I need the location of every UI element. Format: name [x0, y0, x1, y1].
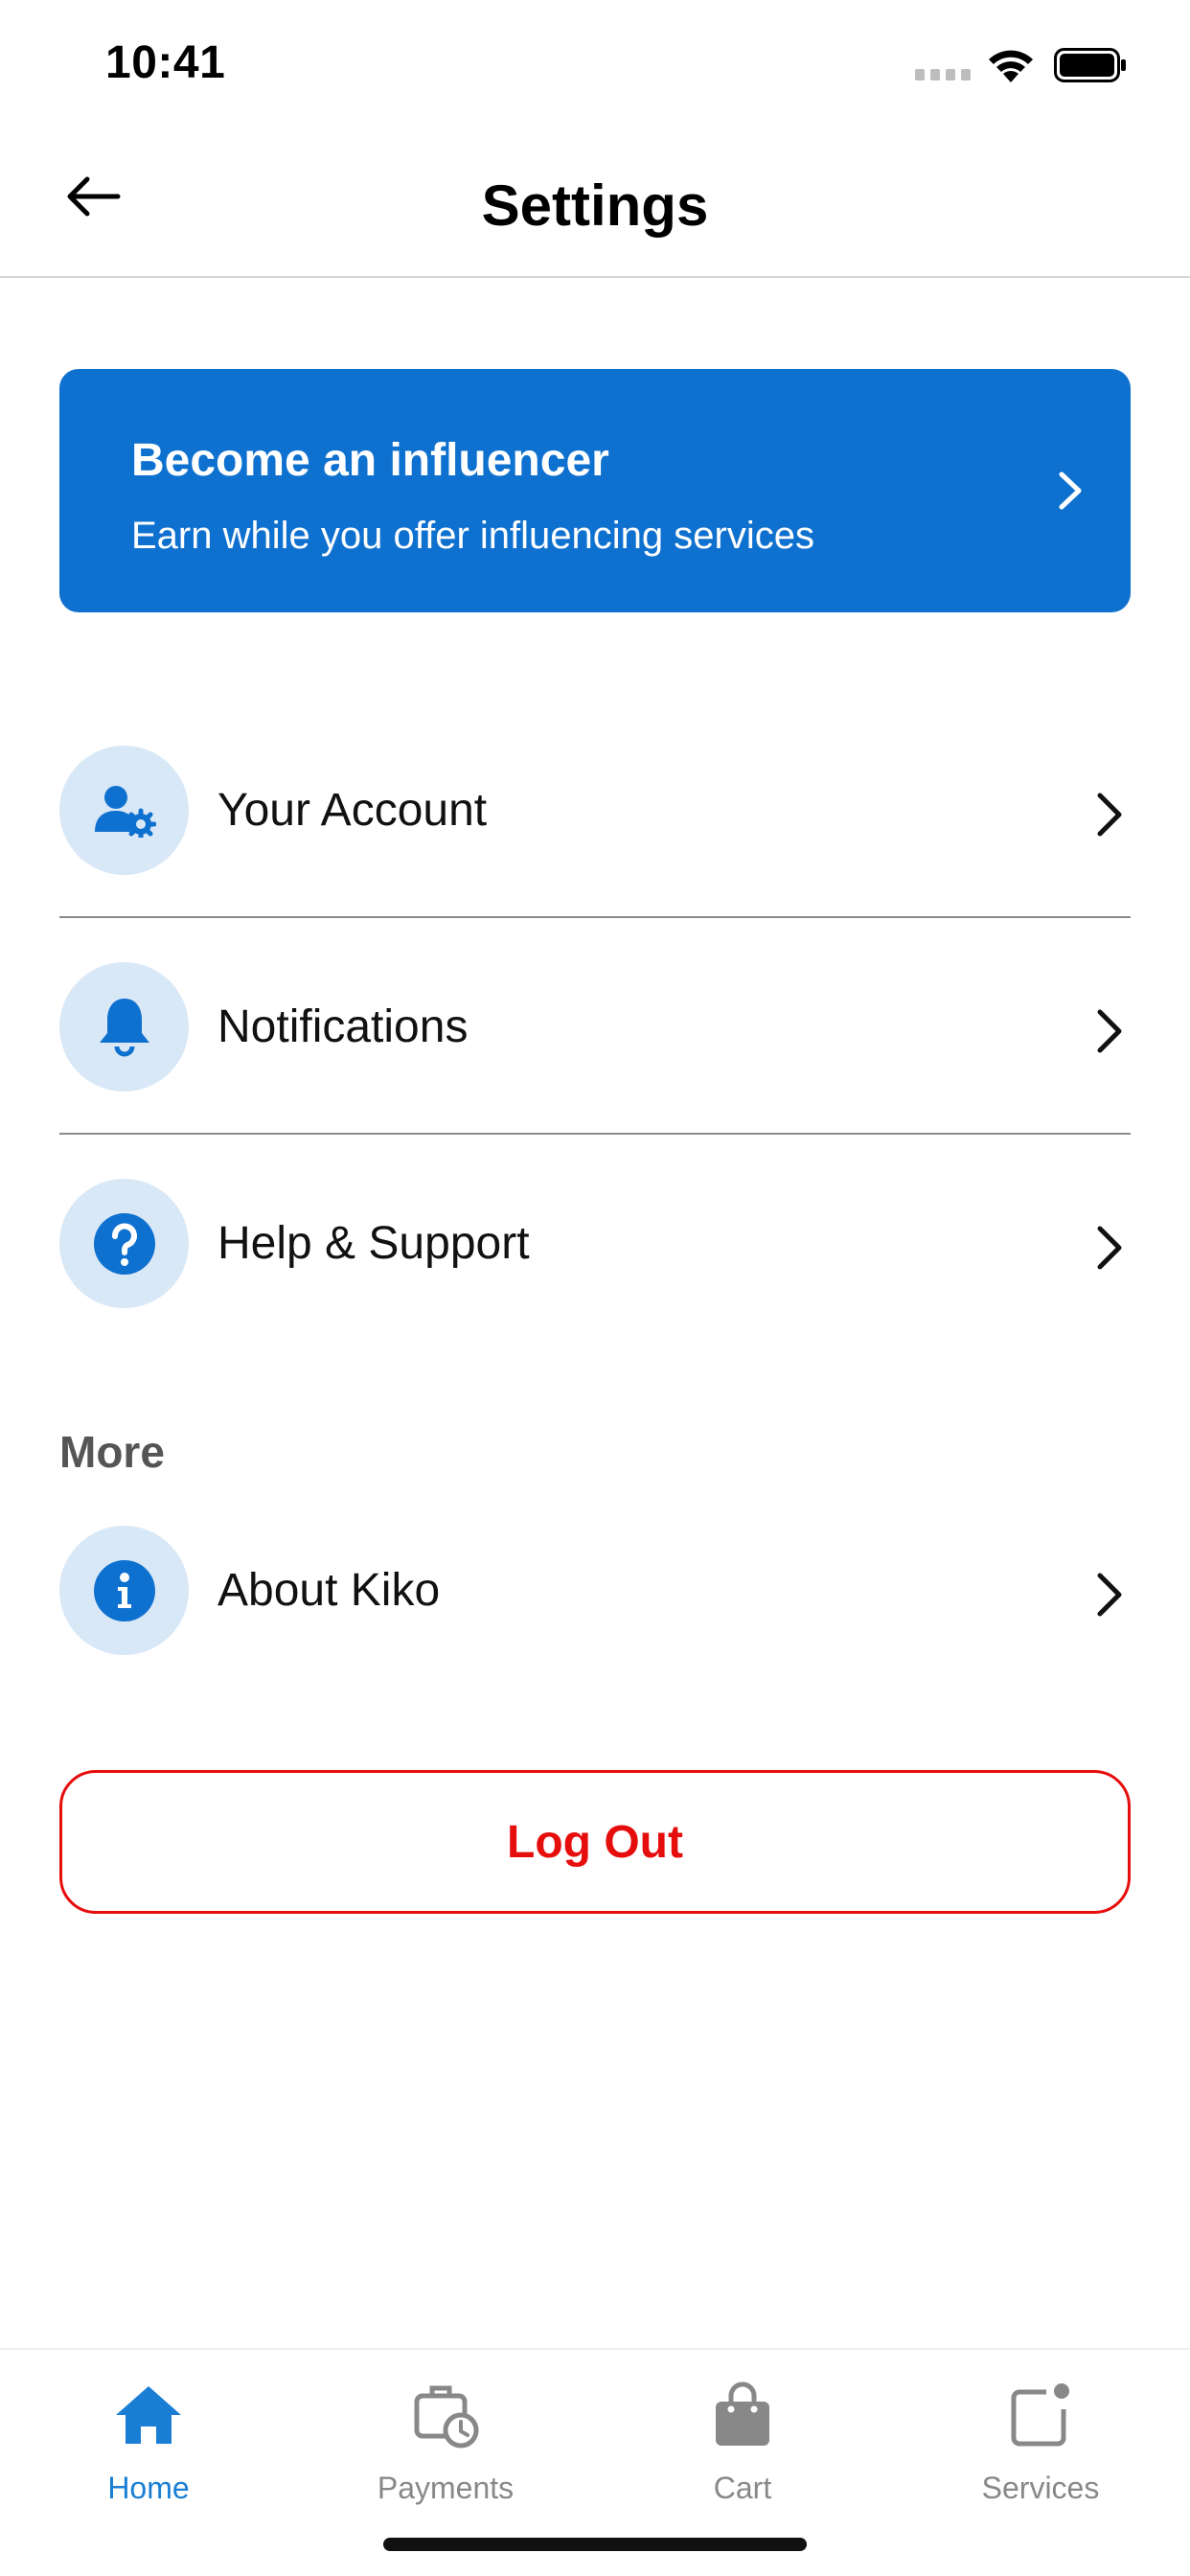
tab-payments[interactable]: Payments: [331, 2367, 561, 2511]
promo-subtitle: Earn while you offer influencing service…: [131, 515, 814, 557]
tab-services[interactable]: Services: [926, 2367, 1156, 2511]
wifi-icon: [989, 50, 1033, 82]
menu-item-label: Your Account: [217, 785, 488, 836]
menu-item-label: About Kiko: [217, 1565, 441, 1616]
tab-label: Home: [107, 2471, 190, 2505]
become-influencer-banner[interactable]: Become an influencer Earn while you offe…: [59, 369, 1131, 612]
chevron-right-icon: [1059, 472, 1082, 510]
user-gear-icon: [59, 746, 189, 875]
shopping-bag-icon: [716, 2381, 769, 2446]
logout-label: Log Out: [507, 1816, 683, 1868]
divider: [59, 916, 1131, 918]
payments-clock-icon: [414, 2385, 479, 2449]
chevron-right-icon: [1097, 1573, 1122, 1617]
bell-icon: [59, 962, 189, 1092]
divider: [59, 1133, 1131, 1135]
menu-item-label: Notifications: [217, 1001, 469, 1052]
menu-item-notifications[interactable]: Notifications: [59, 933, 1131, 1096]
menu-item-your-account[interactable]: Your Account: [59, 717, 1131, 880]
section-header-more: More: [59, 1427, 165, 1477]
logout-button[interactable]: Log Out: [59, 1770, 1131, 1914]
battery-icon: [1054, 48, 1126, 82]
chevron-right-icon: [1097, 1009, 1122, 1053]
tab-label: Services: [981, 2471, 1100, 2505]
home-indicator: [383, 2538, 807, 2551]
tab-home[interactable]: Home: [34, 2367, 263, 2511]
chevron-right-icon: [1097, 1226, 1122, 1270]
tab-label: Payments: [377, 2471, 515, 2505]
page-title: Settings: [481, 173, 709, 238]
info-circle-icon: [59, 1526, 189, 1655]
settings-screen: 10:41 Settings Become an influencer Earn…: [0, 0, 1190, 2576]
tab-cart[interactable]: Cart: [628, 2367, 858, 2511]
menu-item-help-support[interactable]: Help & Support: [59, 1150, 1131, 1313]
status-time: 10:41: [105, 37, 226, 88]
status-bar: 10:41: [0, 0, 1190, 134]
services-icon: [1011, 2383, 1069, 2447]
navigation-bar: Settings: [0, 134, 1190, 278]
menu-item-about-kiko[interactable]: About Kiko: [59, 1497, 1131, 1660]
question-circle-icon: [59, 1179, 189, 1308]
promo-title: Become an influencer: [131, 435, 609, 486]
cellular-signal-icon: [915, 69, 971, 80]
tab-label: Cart: [713, 2471, 772, 2505]
chevron-right-icon: [1097, 793, 1122, 837]
home-icon: [116, 2386, 181, 2444]
menu-item-label: Help & Support: [217, 1218, 530, 1269]
